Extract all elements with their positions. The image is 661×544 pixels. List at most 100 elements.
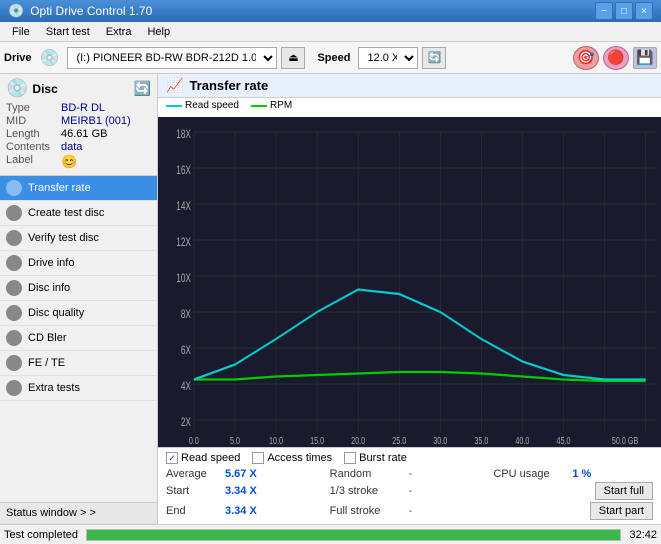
disc-quality-icon <box>6 305 22 321</box>
menubar: File Start test Extra Help <box>0 22 661 42</box>
random-row: Random - <box>330 468 490 480</box>
sidebar-item-drive-info[interactable]: Drive info <box>0 251 157 276</box>
drive-info-icon <box>6 255 22 271</box>
svg-text:10X: 10X <box>176 273 191 286</box>
burst-rate-checkbox[interactable] <box>344 452 356 464</box>
svg-text:12X: 12X <box>176 237 191 250</box>
read-speed-legend-label: Read speed <box>185 100 239 111</box>
average-row: Average 5.67 X <box>166 468 326 480</box>
sidebar-item-disc-info[interactable]: Disc info <box>0 276 157 301</box>
disc-info-label: Disc info <box>28 282 70 294</box>
length-label: Length <box>6 128 61 140</box>
speed-label: Speed <box>317 52 350 64</box>
onethird-stroke-row: 1/3 stroke - <box>330 482 490 500</box>
read-speed-checkbox-label: Read speed <box>181 452 240 464</box>
menu-extra[interactable]: Extra <box>98 24 140 40</box>
refresh-button[interactable]: 🔄 <box>422 47 446 69</box>
full-stroke-value: - <box>409 505 429 517</box>
start-part-row: Start part <box>493 502 653 520</box>
svg-text:0.0: 0.0 <box>189 435 199 447</box>
cpu-row: CPU usage 1 % <box>493 468 653 480</box>
sidebar-item-cd-bler[interactable]: CD Bler <box>0 326 157 351</box>
svg-text:30.0: 30.0 <box>433 435 447 447</box>
svg-text:14X: 14X <box>176 201 191 214</box>
average-value: 5.67 X <box>225 468 265 480</box>
transfer-rate-icon <box>6 180 22 196</box>
start-label: Start <box>166 485 221 497</box>
maximize-button[interactable]: □ <box>615 2 633 20</box>
end-row: End 3.34 X <box>166 502 326 520</box>
chart-legend: Read speed RPM <box>158 98 661 113</box>
contents-label: Contents <box>6 141 61 153</box>
drive-select[interactable]: (I:) PIONEER BD-RW BDR-212D 1.01 <box>67 47 277 69</box>
svg-text:8X: 8X <box>181 309 191 322</box>
chart-icon: 📈 <box>166 77 183 94</box>
rpm-legend-label: RPM <box>270 100 292 111</box>
drive-label: Drive <box>4 52 32 64</box>
drive-info-label: Drive info <box>28 257 74 269</box>
content-area: 📈 Transfer rate Read speed RPM <box>158 74 661 524</box>
cd-bler-icon <box>6 330 22 346</box>
menu-help[interactable]: Help <box>139 24 178 40</box>
read-speed-checkbox[interactable] <box>166 452 178 464</box>
eject-button[interactable]: ⏏ <box>281 47 305 69</box>
settings-button2[interactable]: 🔴 <box>603 46 629 70</box>
chart-container: 18X 16X 14X 12X 10X 8X 6X 4X 2X 0.0 5.0 … <box>158 113 661 447</box>
extra-tests-icon <box>6 380 22 396</box>
disc-icon: 💿 <box>6 78 28 99</box>
titlebar: 💿 Opti Drive Control 1.70 − □ × <box>0 0 661 22</box>
svg-text:2X: 2X <box>181 417 191 430</box>
transfer-rate-label: Transfer rate <box>28 182 91 194</box>
checkboxes-row: Read speed Access times Burst rate <box>166 452 653 464</box>
read-speed-color <box>166 105 182 107</box>
save-button[interactable]: 💾 <box>633 47 657 69</box>
sidebar-item-fe-te[interactable]: FE / TE <box>0 351 157 376</box>
minimize-button[interactable]: − <box>595 2 613 20</box>
sidebar-item-create-test-disc[interactable]: Create test disc <box>0 201 157 226</box>
disc-info-icon <box>6 280 22 296</box>
access-times-checkbox-label: Access times <box>267 452 332 464</box>
contents-value: data <box>61 141 82 153</box>
disc-refresh-icon[interactable]: 🔄 <box>134 80 151 97</box>
close-button[interactable]: × <box>635 2 653 20</box>
menu-file[interactable]: File <box>4 24 38 40</box>
mid-label: MID <box>6 115 61 127</box>
svg-text:20.0: 20.0 <box>351 435 365 447</box>
chart-svg: 18X 16X 14X 12X 10X 8X 6X 4X 2X 0.0 5.0 … <box>158 117 661 447</box>
sidebar-bottom: Status window > > <box>0 502 157 524</box>
progress-bar-container <box>86 529 621 541</box>
titlebar-title: Opti Drive Control 1.70 <box>30 4 152 18</box>
cpu-value: 1 % <box>572 468 612 480</box>
sidebar-item-extra-tests[interactable]: Extra tests <box>0 376 157 401</box>
burst-rate-checkbox-item: Burst rate <box>344 452 407 464</box>
rpm-color <box>251 105 267 107</box>
start-full-row: Start full <box>493 482 653 500</box>
create-test-disc-label: Create test disc <box>28 207 104 219</box>
burst-rate-checkbox-label: Burst rate <box>359 452 407 464</box>
start-part-button[interactable]: Start part <box>590 502 653 520</box>
statusbar: Test completed 32:42 <box>0 524 661 544</box>
label-emoji-icon: 😊 <box>61 154 77 170</box>
status-window-label: Status window > > <box>6 507 96 519</box>
bottom-info: Read speed Access times Burst rate Avera… <box>158 447 661 524</box>
app-icon: 💿 <box>8 3 24 19</box>
sidebar-item-disc-quality[interactable]: Disc quality <box>0 301 157 326</box>
sidebar-item-transfer-rate[interactable]: Transfer rate <box>0 176 157 201</box>
status-time: 32:42 <box>629 529 657 541</box>
settings-button1[interactable]: 🎯 <box>573 46 599 70</box>
svg-text:4X: 4X <box>181 381 191 394</box>
full-stroke-label: Full stroke <box>330 505 405 517</box>
status-window-button[interactable]: Status window > > <box>0 503 157 524</box>
disc-quality-label: Disc quality <box>28 307 84 319</box>
start-full-button[interactable]: Start full <box>595 482 653 500</box>
start-value: 3.34 X <box>225 485 265 497</box>
speed-select[interactable]: 12.0 X <box>358 47 418 69</box>
legend-rpm: RPM <box>251 100 292 111</box>
menu-start-test[interactable]: Start test <box>38 24 98 40</box>
fe-te-icon <box>6 355 22 371</box>
sidebar-item-verify-test-disc[interactable]: Verify test disc <box>0 226 157 251</box>
extra-tests-label: Extra tests <box>28 382 80 394</box>
average-label: Average <box>166 468 221 480</box>
full-stroke-row: Full stroke - <box>330 502 490 520</box>
access-times-checkbox[interactable] <box>252 452 264 464</box>
